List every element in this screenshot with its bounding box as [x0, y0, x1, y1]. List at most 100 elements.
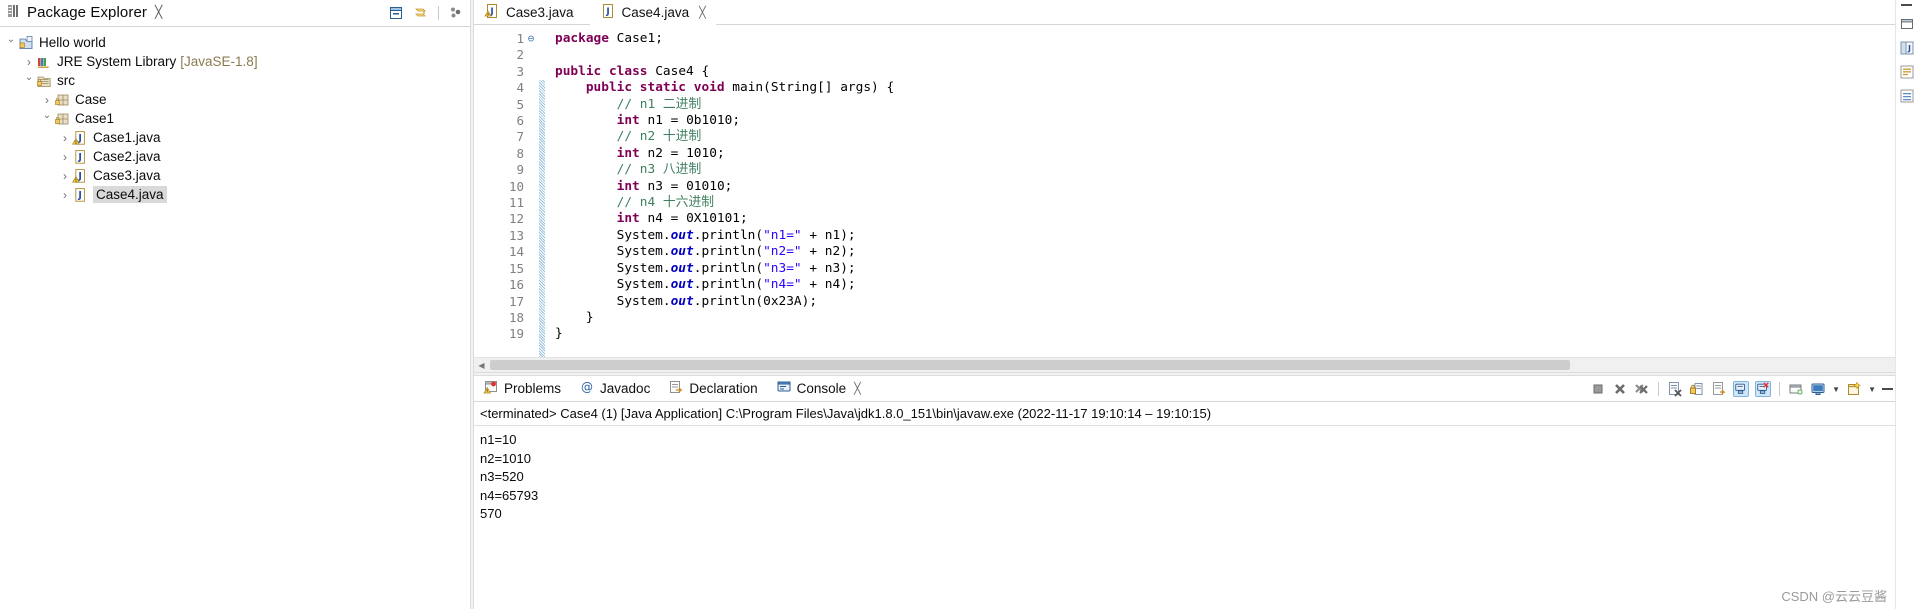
- console-output-line: n3=520: [480, 469, 524, 485]
- remove-all-terminated-icon[interactable]: [1634, 381, 1650, 397]
- console-panel[interactable]: <terminated> Case4 (1) [Java Application…: [474, 402, 1917, 609]
- tree-item-case1[interactable]: Case1: [0, 109, 470, 128]
- tab-case4-java[interactable]: J Case4.java ╳: [589, 0, 716, 25]
- editor-line-number-ruler: 1 2 3 4 5 6 7 8 9 10 11 12 13 14 15 16 17 18 19: [494, 25, 524, 357]
- code-line[interactable]: public static void main(String[] args) {: [555, 80, 1902, 96]
- tab-declaration[interactable]: Declaration: [659, 376, 766, 402]
- code-line[interactable]: // n4 十六进制: [555, 195, 1902, 211]
- terminate-icon[interactable]: [1590, 381, 1606, 397]
- line-number: 4: [516, 80, 524, 96]
- remove-launch-icon[interactable]: [1612, 381, 1628, 397]
- code-line[interactable]: System.out.println("n3=" + n3);: [555, 261, 1902, 277]
- open-console-icon[interactable]: [1846, 381, 1862, 397]
- java-perspective-icon[interactable]: J: [1899, 40, 1915, 56]
- editor-horizontal-scrollbar[interactable]: ◀ ▶: [474, 357, 1917, 372]
- editor-annotation-ruler[interactable]: [480, 25, 494, 357]
- tree-item-case3-java[interactable]: JCase3.java: [0, 166, 470, 185]
- svg-text:J: J: [77, 190, 82, 201]
- display-selected-console-icon[interactable]: [1810, 381, 1826, 397]
- tree-item-case1-java[interactable]: JCase1.java: [0, 128, 470, 147]
- code-line[interactable]: System.out.println("n4=" + n4);: [555, 277, 1902, 293]
- minimize-icon[interactable]: [1882, 388, 1893, 390]
- tab-package-explorer[interactable]: Package Explorer ╳: [0, 0, 171, 26]
- line-number: 2: [516, 47, 524, 63]
- code-line[interactable]: System.out.println("n1=" + n1);: [555, 228, 1902, 244]
- fold-marker[interactable]: ⊖: [524, 31, 538, 47]
- console-output-line: n4=65793: [480, 487, 539, 503]
- collapse-all-icon[interactable]: [388, 5, 404, 21]
- clear-console-icon[interactable]: [1667, 381, 1683, 397]
- chevron-right-icon[interactable]: [58, 169, 72, 183]
- scrollbar-thumb[interactable]: [490, 360, 1570, 370]
- toolbar-separator: [438, 6, 439, 20]
- java-file-warning-icon: J: [71, 130, 90, 146]
- task-list-icon[interactable]: [1899, 88, 1915, 104]
- code-line[interactable]: // n3 八进制: [555, 162, 1902, 178]
- tree-item-label: src: [57, 73, 75, 88]
- code-line[interactable]: package Case1;: [555, 31, 1902, 47]
- code-line[interactable]: int n3 = 01010;: [555, 179, 1902, 195]
- chevron-down-icon[interactable]: [40, 113, 54, 124]
- editor-tab-label: Case3.java: [506, 4, 574, 20]
- code-line[interactable]: public class Case4 {: [555, 64, 1902, 80]
- code-line[interactable]: // n2 十进制: [555, 129, 1902, 145]
- tab-case3-java[interactable]: J Case3.java: [474, 0, 584, 24]
- scroll-lock-icon[interactable]: [1689, 381, 1705, 397]
- tree-item-case2-java[interactable]: J Case2.java: [0, 147, 470, 166]
- chevron-right-icon[interactable]: [58, 150, 72, 164]
- editor-folding-ruler[interactable]: ⊖: [524, 25, 538, 357]
- tree-item-case4-java[interactable]: J Case4.java: [0, 185, 470, 204]
- code-line[interactable]: [555, 47, 1902, 63]
- chevron-right-icon[interactable]: [40, 93, 54, 107]
- svg-text:J: J: [1907, 44, 1911, 53]
- code-line[interactable]: // n1 二进制: [555, 97, 1902, 113]
- scroll-left-icon[interactable]: ◀: [474, 361, 489, 370]
- code-line[interactable]: System.out.println(0x23A);: [555, 294, 1902, 310]
- package-explorer-tabbar: Package Explorer ╳: [0, 0, 470, 26]
- minimize-icon[interactable]: [1901, 4, 1912, 6]
- word-wrap-icon[interactable]: [1711, 381, 1727, 397]
- link-with-editor-icon[interactable]: [413, 5, 429, 21]
- close-icon[interactable]: ╳: [699, 6, 706, 19]
- tab-console[interactable]: Console ╳: [767, 376, 870, 402]
- tree-item-label: Case1.java: [93, 130, 161, 145]
- package-explorer-icon: [6, 3, 22, 22]
- tree-item-case[interactable]: Case: [0, 90, 470, 109]
- chevron-down-icon[interactable]: [22, 75, 36, 86]
- code-line[interactable]: int n4 = 0X10101;: [555, 211, 1902, 227]
- close-icon[interactable]: ╳: [155, 5, 162, 19]
- line-number: 3: [516, 63, 524, 79]
- view-menu-icon[interactable]: [448, 5, 464, 21]
- chevron-right-icon[interactable]: [22, 55, 36, 69]
- editor-source-text[interactable]: package Case1; public class Case4 { publ…: [545, 25, 1902, 357]
- line-number: 6: [516, 113, 524, 129]
- close-icon[interactable]: ╳: [854, 382, 861, 395]
- java-file-icon: J: [72, 149, 90, 165]
- chevron-right-icon[interactable]: [58, 188, 72, 202]
- outline-view-icon[interactable]: [1899, 64, 1915, 80]
- show-console-on-error-icon[interactable]: [1755, 381, 1772, 397]
- console-icon: [776, 379, 792, 398]
- pin-console-icon[interactable]: [1788, 381, 1804, 397]
- tree-item-jre-system-library[interactable]: JRE System Library[JavaSE-1.8]: [0, 52, 470, 71]
- chevron-down-icon[interactable]: ▼: [1868, 385, 1876, 394]
- line-number: 15: [508, 260, 524, 276]
- chevron-down-icon[interactable]: [4, 37, 18, 48]
- tree-item-src[interactable]: src: [0, 71, 470, 90]
- show-console-on-output-icon[interactable]: [1733, 381, 1750, 397]
- code-line[interactable]: int n1 = 0b1010;: [555, 113, 1902, 129]
- package-explorer-tree[interactable]: Hello world JRE System Library[JavaSE-1.8…: [0, 27, 470, 609]
- tab-problems[interactable]: Problems: [474, 376, 570, 402]
- code-line[interactable]: }: [555, 310, 1902, 326]
- code-line[interactable]: }: [555, 326, 1902, 342]
- restore-perspective-icon[interactable]: [1899, 16, 1915, 32]
- java-editor[interactable]: 1 2 3 4 5 6 7 8 9 10 11 12 13 14 15 16 17 18 19 ⊖ package …: [474, 25, 1917, 360]
- tree-item-hello-world[interactable]: Hello world: [0, 33, 470, 52]
- code-line[interactable]: int n2 = 1010;: [555, 146, 1902, 162]
- package-icon: [54, 92, 72, 108]
- console-output[interactable]: n1=10 n2=1010 n3=520 n4=65793 570: [474, 426, 1917, 524]
- code-line[interactable]: System.out.println("n2=" + n2);: [555, 244, 1902, 260]
- chevron-down-icon[interactable]: ▼: [1832, 385, 1840, 394]
- tab-javadoc[interactable]: @ Javadoc: [570, 376, 659, 402]
- chevron-right-icon[interactable]: [58, 131, 72, 145]
